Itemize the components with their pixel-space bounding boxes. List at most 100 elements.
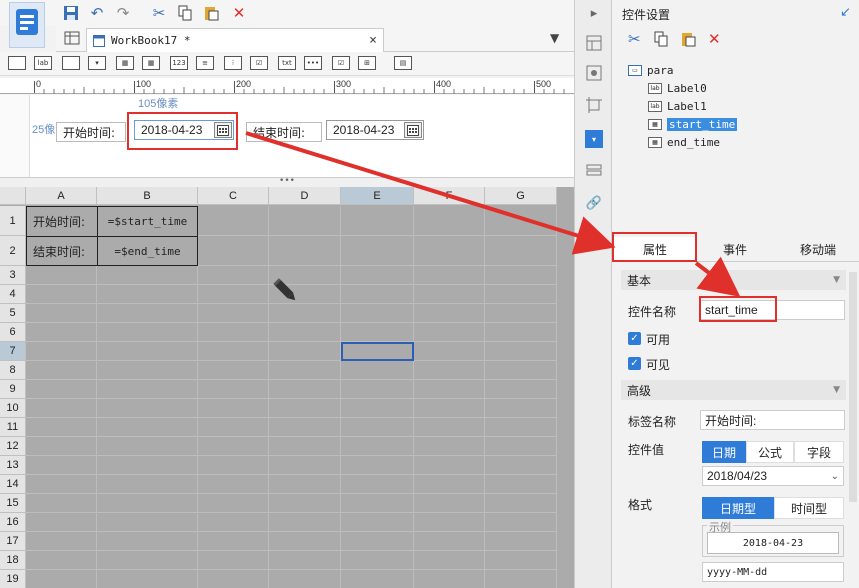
grid-cell[interactable] (341, 475, 414, 494)
grid-cell[interactable] (414, 570, 485, 588)
grid-cell[interactable] (414, 551, 485, 570)
grid-cell[interactable] (485, 323, 557, 342)
collapse-arrow-icon[interactable]: ▸ (585, 4, 603, 22)
grid-cell[interactable] (341, 266, 414, 285)
visible-checkbox[interactable]: ✓ (628, 357, 641, 370)
format-date-type[interactable]: 日期型 (702, 497, 774, 519)
grid-cell[interactable] (198, 456, 269, 475)
row-header[interactable]: 12 (0, 437, 26, 456)
row-header[interactable]: 3 (0, 266, 26, 285)
grid-cell[interactable] (414, 399, 485, 418)
undo-icon[interactable]: ↶ (86, 2, 108, 24)
tag-name-input[interactable]: 开始时间: (700, 410, 845, 430)
grid-cell[interactable] (26, 456, 97, 475)
tab-close-icon[interactable]: × (369, 33, 377, 48)
tree-item-label1[interactable]: lab Label1 (648, 98, 707, 114)
grid-cell[interactable] (198, 304, 269, 323)
panel-splitter[interactable]: ••• (0, 177, 574, 187)
format-time-type[interactable]: 时间型 (774, 497, 844, 519)
grid-cell[interactable] (269, 323, 341, 342)
grid-cell[interactable] (97, 361, 198, 380)
grid-cell[interactable] (26, 266, 97, 285)
cut-icon[interactable]: ✂ (628, 30, 641, 48)
column-header-d[interactable]: D (269, 187, 341, 205)
checkbox-group-icon[interactable]: ☑ (250, 56, 268, 70)
value-mode-date[interactable]: 日期 (702, 441, 746, 463)
grid-cell[interactable] (341, 532, 414, 551)
grid-cell[interactable] (341, 456, 414, 475)
paste-icon[interactable] (680, 31, 696, 50)
copy-icon[interactable] (174, 2, 196, 24)
cell-a2[interactable]: 结束时间: (26, 236, 98, 266)
column-header-e[interactable]: E (341, 187, 414, 205)
grid-cell[interactable] (341, 494, 414, 513)
grid-cell[interactable] (485, 418, 557, 437)
row-header[interactable]: 9 (0, 380, 26, 399)
grid-cell[interactable] (341, 437, 414, 456)
grid-cell[interactable] (97, 570, 198, 588)
grid-cell[interactable] (341, 551, 414, 570)
row-header[interactable]: 7 (0, 342, 26, 361)
grid-cell[interactable] (198, 206, 269, 236)
grid-cell[interactable] (269, 551, 341, 570)
grid-cell[interactable] (485, 437, 557, 456)
widget-settings-icon[interactable]: ▾ (585, 130, 603, 148)
number-widget-icon[interactable]: 123 (170, 56, 188, 70)
grid-cell[interactable] (198, 285, 269, 304)
button-widget-icon[interactable] (8, 56, 26, 70)
grid-cell[interactable] (97, 285, 198, 304)
row-header[interactable]: 15 (0, 494, 26, 513)
grid-cell[interactable] (269, 206, 341, 236)
date-widget-icon[interactable]: ▦ (142, 56, 160, 70)
grid-cell[interactable] (414, 236, 485, 266)
grid-cell[interactable] (485, 570, 557, 588)
grid-cell[interactable] (26, 323, 97, 342)
cell-a1[interactable]: 开始时间: (26, 206, 98, 237)
grid-cell[interactable] (198, 342, 269, 361)
grid-cell[interactable] (198, 570, 269, 588)
grid-cell[interactable] (269, 342, 341, 361)
grid-cell[interactable] (485, 399, 557, 418)
grid-cell[interactable] (97, 399, 198, 418)
grid-cell[interactable] (26, 513, 97, 532)
link-icon[interactable]: 🔗 (585, 194, 603, 212)
grid-cell[interactable] (485, 342, 557, 361)
grid-cell[interactable] (414, 456, 485, 475)
grid-cell[interactable] (97, 494, 198, 513)
grid-cell[interactable] (414, 285, 485, 304)
grid-cell[interactable] (269, 399, 341, 418)
column-header-c[interactable]: C (198, 187, 269, 205)
grid-cell[interactable] (341, 323, 414, 342)
grid-cell[interactable] (269, 494, 341, 513)
grid-cell[interactable] (198, 494, 269, 513)
row-header[interactable]: 19 (0, 570, 26, 588)
tab-menu-icon[interactable]: ▼ (550, 31, 559, 45)
row-header[interactable]: 8 (0, 361, 26, 380)
row-header[interactable]: 4 (0, 285, 26, 304)
grid-cell[interactable] (269, 570, 341, 588)
column-header-b[interactable]: B (97, 187, 198, 205)
grid-cell[interactable] (198, 236, 269, 266)
grid-cell[interactable] (341, 570, 414, 588)
row-header[interactable]: 5 (0, 304, 26, 323)
tree-item-start-time[interactable]: ▦ start_time (648, 116, 738, 132)
column-header-g[interactable]: G (485, 187, 557, 205)
textbox-widget-icon[interactable] (62, 56, 80, 70)
grid-cell[interactable] (269, 418, 341, 437)
grid-cell[interactable] (97, 456, 198, 475)
grid-cell[interactable] (414, 266, 485, 285)
grid-cell[interactable] (198, 323, 269, 342)
grid-cell[interactable] (485, 361, 557, 380)
grid-cell[interactable] (414, 437, 485, 456)
row-header[interactable]: 6 (0, 323, 26, 342)
grid-cell[interactable] (198, 475, 269, 494)
grid-cell[interactable] (341, 304, 414, 323)
app-logo[interactable] (9, 2, 45, 48)
grid-cell[interactable] (485, 475, 557, 494)
grid-cell[interactable] (198, 437, 269, 456)
grid-cell[interactable] (414, 475, 485, 494)
grid-cell[interactable] (485, 380, 557, 399)
grid-cell[interactable] (414, 206, 485, 236)
cell-properties-icon[interactable] (585, 162, 603, 180)
grid-cell[interactable] (485, 456, 557, 475)
